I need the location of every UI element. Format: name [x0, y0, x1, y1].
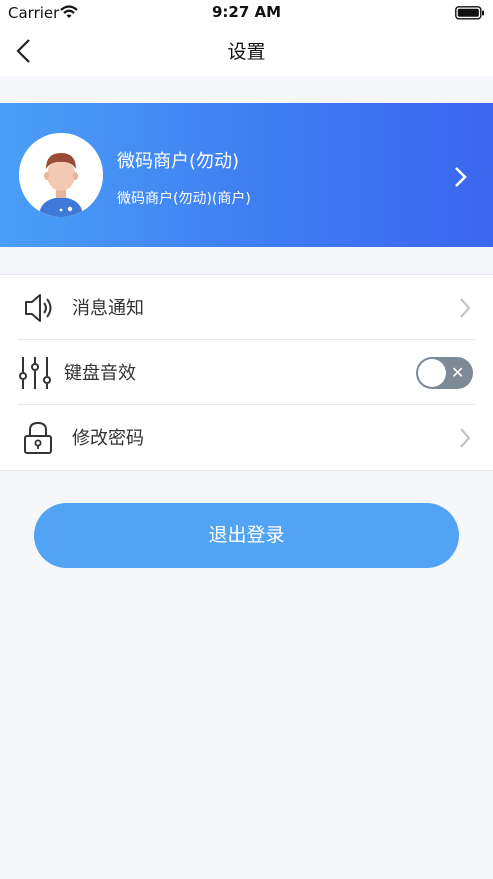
merchant-role: 微码商户(勿动)(商户): [117, 191, 251, 207]
settings-item-label: 修改密码: [72, 428, 144, 449]
lock-icon: [20, 420, 56, 456]
toggle-knob: [418, 359, 446, 387]
keyboard-sound-toggle[interactable]: ✕: [416, 357, 473, 389]
settings-item-change-password[interactable]: 修改密码: [0, 405, 493, 469]
logout-button[interactable]: 退出登录: [34, 503, 459, 568]
avatar: [19, 133, 103, 217]
settings-item-keyboard-sound: 键盘音效 ✕: [0, 340, 493, 404]
chevron-right-icon: [458, 297, 472, 323]
status-bar: Carrier 9:27 AM: [0, 0, 493, 26]
profile-card[interactable]: 微码商户(勿动) 微码商户(勿动)(商户): [0, 103, 493, 247]
settings-item-notifications[interactable]: 消息通知: [0, 275, 493, 339]
speaker-icon: [20, 290, 56, 326]
battery-icon: [455, 5, 485, 24]
nav-bar: 设置: [0, 26, 493, 76]
sliders-icon: [18, 355, 54, 391]
settings-item-label: 消息通知: [72, 298, 144, 319]
close-icon: ✕: [451, 363, 465, 382]
settings-list: 消息通知 键盘音效 ✕ 修改密码: [0, 274, 493, 471]
clock: 9:27 AM: [211, 3, 282, 21]
page-title: 设置: [227, 41, 266, 63]
settings-item-label: 键盘音效: [64, 363, 136, 384]
user-avatar-icon: [19, 133, 103, 217]
chevron-right-icon: [452, 165, 470, 193]
chevron-right-icon: [458, 427, 472, 453]
merchant-name: 微码商户(勿动): [117, 151, 240, 172]
